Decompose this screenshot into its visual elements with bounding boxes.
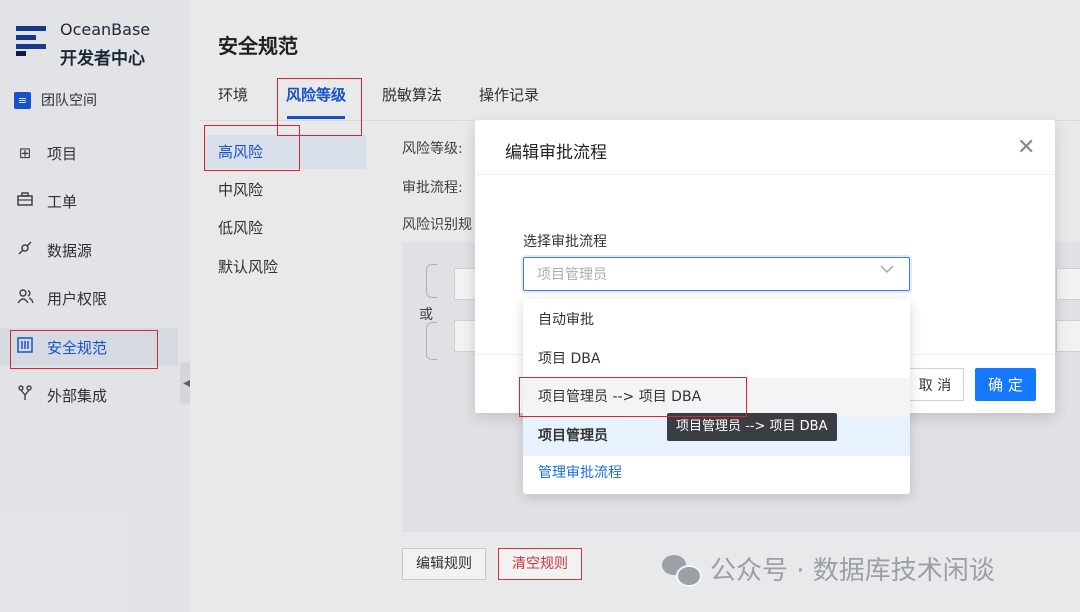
wechat-icon xyxy=(662,553,702,587)
annotation-highlight xyxy=(10,330,158,369)
option-auto-approve[interactable]: 自动审批 xyxy=(523,301,910,340)
annotation-highlight xyxy=(519,377,747,417)
watermark: 公众号 · 数据库技术闲谈 xyxy=(662,550,995,587)
select-value: 项目管理员 xyxy=(537,267,607,283)
cancel-button[interactable]: 取 消 xyxy=(906,368,964,401)
option-tooltip: 项目管理员 --> 项目 DBA xyxy=(667,413,837,441)
watermark-text: 公众号 · 数据库技术闲谈 xyxy=(710,556,995,586)
option-project-dba[interactable]: 项目 DBA xyxy=(523,340,910,379)
annotation-highlight xyxy=(204,125,300,171)
chevron-down-icon xyxy=(880,262,894,278)
modal-title: 编辑审批流程 xyxy=(505,143,607,163)
manage-approval-flows-link[interactable]: 管理审批流程 xyxy=(523,454,910,493)
confirm-button[interactable]: 确 定 xyxy=(975,368,1036,401)
modal-header-divider xyxy=(475,174,1055,175)
approval-flow-select-label: 选择审批流程 xyxy=(523,234,607,250)
close-icon[interactable]: ✕ xyxy=(1017,136,1035,160)
